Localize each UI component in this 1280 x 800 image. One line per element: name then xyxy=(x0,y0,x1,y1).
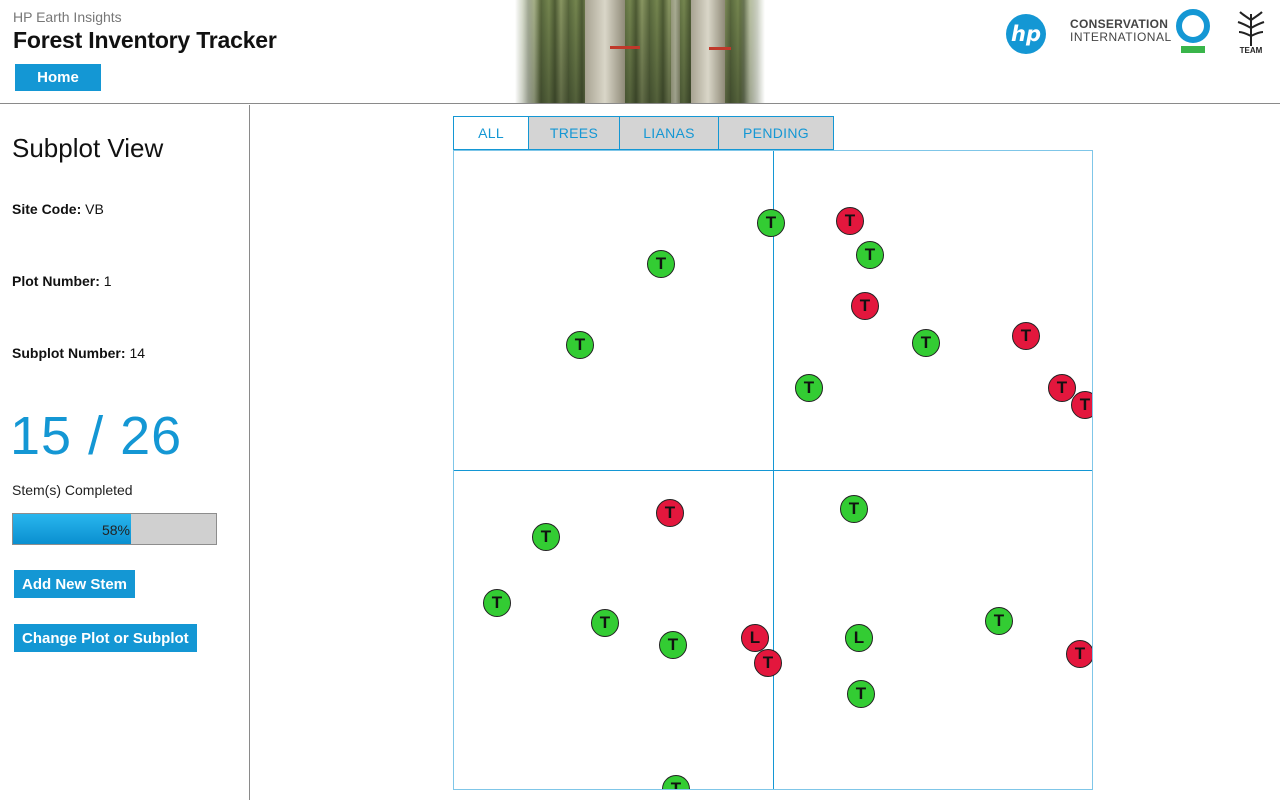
ci-ring-icon xyxy=(1176,9,1210,43)
site-code-label: Site Code: xyxy=(12,201,82,217)
stem-marker-tree-completed[interactable]: T xyxy=(840,495,868,523)
stem-marker-tree-completed[interactable]: T xyxy=(912,329,940,357)
subplot-number-label: Subplot Number: xyxy=(12,345,126,361)
stem-marker-tree-pending[interactable]: T xyxy=(851,292,879,320)
team-logo: TEAM xyxy=(1236,10,1266,56)
filter-tabs: ALL TREES LIANAS PENDING xyxy=(453,116,834,150)
stem-marker-tree-pending[interactable]: T xyxy=(1066,640,1092,668)
add-new-stem-button[interactable]: Add New Stem xyxy=(14,570,136,598)
app-title: Forest Inventory Tracker xyxy=(13,27,277,53)
stem-marker-liana-pending[interactable]: L xyxy=(741,624,769,652)
ci-logo-line2: INTERNATIONAL xyxy=(1070,30,1172,44)
home-button[interactable]: Home xyxy=(15,64,101,91)
stem-marker-tree-pending[interactable]: T xyxy=(1012,322,1040,350)
stem-marker-tree-completed[interactable]: T xyxy=(647,250,675,278)
tab-pending[interactable]: PENDING xyxy=(719,117,833,149)
subplot-number-row: Subplot Number: 14 xyxy=(12,345,145,361)
stem-marker-tree-pending[interactable]: T xyxy=(1071,391,1092,419)
subplot-number-value: 14 xyxy=(129,345,146,361)
stems-completed-count: 15 / 26 xyxy=(10,406,183,466)
tab-all[interactable]: ALL xyxy=(454,117,529,149)
page-title: Subplot View xyxy=(12,133,164,163)
stem-marker-tree-pending[interactable]: T xyxy=(656,499,684,527)
app-header: HP Earth Insights Forest Inventory Track… xyxy=(0,0,1280,104)
stem-marker-tree-pending[interactable]: T xyxy=(836,207,864,235)
forest-banner-image xyxy=(515,0,765,103)
plant-icon xyxy=(1237,11,1265,46)
stems-completed-label: Stem(s) Completed xyxy=(12,482,133,498)
stem-marker-tree-completed[interactable]: T xyxy=(483,589,511,617)
stem-marker-tree-completed[interactable]: T xyxy=(795,374,823,402)
completion-progress-bar: 58% xyxy=(12,513,217,545)
ci-bar-icon xyxy=(1181,46,1205,53)
stem-marker-tree-completed[interactable]: T xyxy=(591,609,619,637)
plot-number-label: Plot Number: xyxy=(12,273,100,289)
change-plot-button[interactable]: Change Plot or Subplot xyxy=(14,624,197,652)
app-subtitle: HP Earth Insights xyxy=(13,9,122,25)
stem-marker-tree-pending[interactable]: T xyxy=(754,649,782,677)
tab-lianas[interactable]: LIANAS xyxy=(620,117,719,149)
tab-trees[interactable]: TREES xyxy=(529,117,620,149)
team-logo-text: TEAM xyxy=(1239,46,1263,55)
stem-marker-tree-completed[interactable]: T xyxy=(662,775,690,789)
stem-marker-tree-completed[interactable]: T xyxy=(856,241,884,269)
stem-marker-liana-completed[interactable]: L xyxy=(845,624,873,652)
hp-logo: hp xyxy=(1006,14,1046,54)
conservation-international-logo: CONSERVATION INTERNATIONAL xyxy=(1070,18,1172,44)
subplot-map: TTTTTTTTTTTTTTTTTLTLTTTT xyxy=(453,150,1093,790)
plot-number-value: 1 xyxy=(103,273,112,289)
site-code-value: VB xyxy=(85,201,104,217)
site-code-row: Site Code: VB xyxy=(12,201,104,217)
stem-marker-tree-completed[interactable]: T xyxy=(566,331,594,359)
stem-marker-tree-completed[interactable]: T xyxy=(985,607,1013,635)
stem-marker-tree-completed[interactable]: T xyxy=(532,523,560,551)
sidebar: Subplot View Site Code: VB Plot Number: … xyxy=(0,105,250,800)
quadrant-divider-horizontal xyxy=(454,470,1092,471)
stem-marker-tree-completed[interactable]: T xyxy=(659,631,687,659)
stem-marker-tree-completed[interactable]: T xyxy=(847,680,875,708)
plot-number-row: Plot Number: 1 xyxy=(12,273,112,289)
progress-percent: 58% xyxy=(101,522,130,538)
stem-marker-tree-completed[interactable]: T xyxy=(757,209,785,237)
